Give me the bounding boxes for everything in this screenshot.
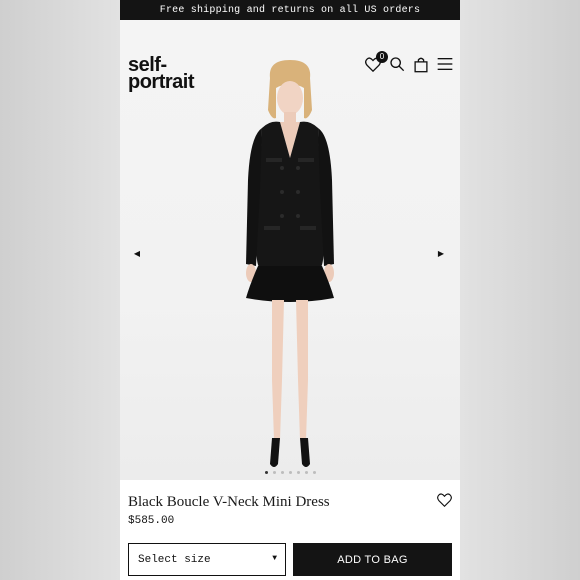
mobile-page: Free shipping and returns on all US orde… — [120, 0, 460, 580]
chevron-down-icon: ▼ — [272, 554, 277, 563]
gallery-dot[interactable] — [304, 471, 308, 474]
previous-image-arrow-icon[interactable]: ◀ — [132, 249, 142, 259]
gallery-dot[interactable] — [288, 471, 292, 474]
gallery-dot[interactable] — [296, 471, 300, 474]
right-backdrop — [460, 0, 580, 580]
product-image — [246, 60, 334, 467]
brand-logo[interactable]: self- portrait — [128, 55, 195, 92]
gallery-pagination-dots — [120, 471, 460, 474]
size-select-dropdown[interactable]: Select size ▼ — [128, 543, 286, 576]
product-price: $585.00 — [128, 515, 175, 527]
product-image-gallery[interactable]: self- portrait 0 ◀ ▶ — [120, 20, 460, 480]
size-select-value: Select size — [138, 553, 211, 566]
product-info: Black Boucle V-Neck Mini Dress $585.00 S… — [120, 480, 460, 580]
bag-icon[interactable] — [412, 55, 430, 73]
gallery-dot[interactable] — [312, 471, 316, 474]
wishlist-count-badge: 0 — [376, 51, 388, 63]
search-icon[interactable] — [388, 55, 406, 73]
gallery-dot[interactable] — [272, 471, 276, 474]
add-to-bag-button[interactable]: ADD TO BAG — [293, 543, 452, 576]
gallery-dot[interactable] — [264, 471, 268, 474]
left-backdrop — [0, 0, 120, 580]
product-title: Black Boucle V-Neck Mini Dress — [128, 494, 330, 510]
gallery-dot[interactable] — [280, 471, 284, 474]
announcement-bar: Free shipping and returns on all US orde… — [120, 0, 460, 20]
menu-icon[interactable] — [436, 55, 454, 73]
add-to-wishlist-heart-icon[interactable] — [437, 493, 452, 512]
wishlist-heart-icon[interactable]: 0 — [364, 51, 388, 73]
next-image-arrow-icon[interactable]: ▶ — [436, 249, 446, 259]
site-header: self- portrait 0 — [120, 40, 460, 100]
